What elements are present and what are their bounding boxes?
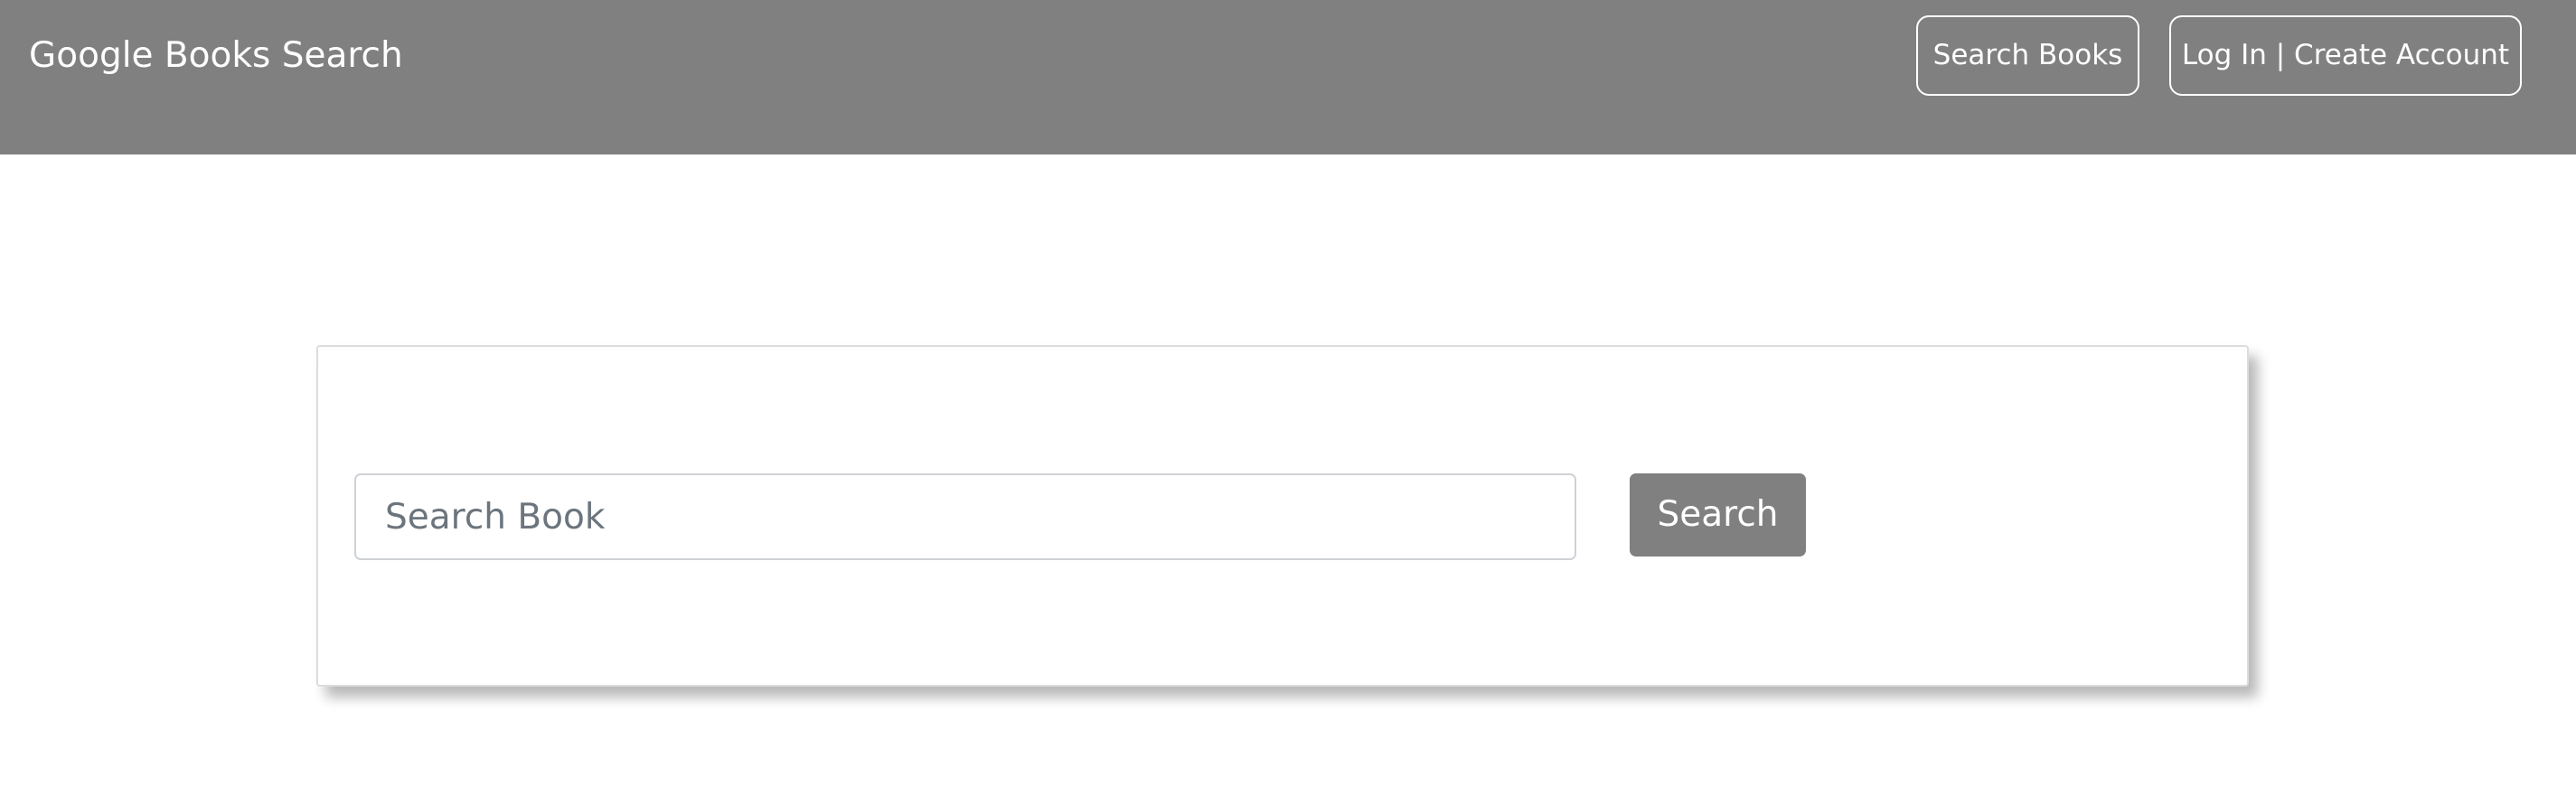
search-button[interactable]: Search [1630, 473, 1806, 556]
search-books-button[interactable]: Search Books [1916, 15, 2139, 96]
brand-title[interactable]: Google Books Search [29, 31, 403, 81]
search-book-input[interactable] [354, 473, 1576, 560]
search-card: Search [316, 345, 2249, 687]
navbar: Google Books Search Search Books Log In … [0, 0, 2576, 154]
login-create-account-button[interactable]: Log In | Create Account [2169, 15, 2522, 96]
